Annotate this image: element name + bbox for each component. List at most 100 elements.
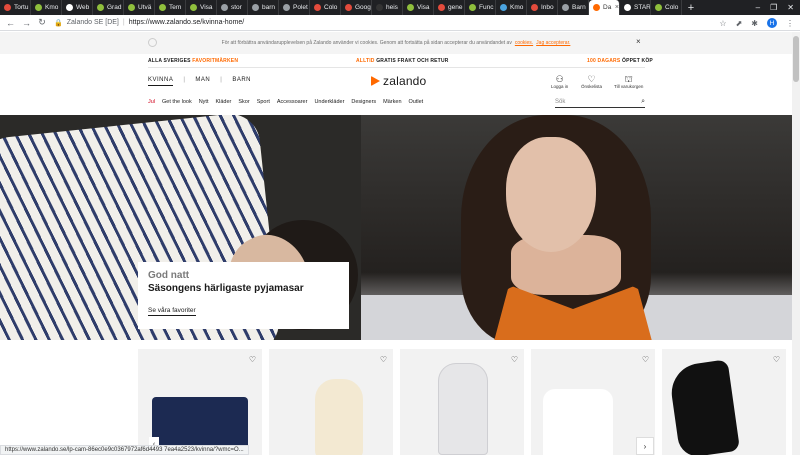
browser-tab[interactable]: STAR <box>620 0 651 15</box>
browser-tab[interactable]: Kmo <box>496 0 527 15</box>
tab-favicon-icon <box>190 4 197 11</box>
browser-tab[interactable]: Goog <box>341 0 372 15</box>
category-link[interactable]: Skor <box>238 99 249 105</box>
tab-favicon-icon <box>500 4 507 11</box>
tab-favicon-icon <box>159 4 166 11</box>
category-link[interactable]: Get the look <box>162 99 192 105</box>
tab-title: heis <box>386 4 398 11</box>
heart-icon[interactable]: ♡ <box>642 355 649 364</box>
category-link[interactable]: Märken <box>383 99 401 105</box>
browser-tab[interactable]: Barn <box>558 0 589 15</box>
tab-title: Kmo <box>510 4 524 11</box>
new-tab-button[interactable]: + <box>682 2 700 14</box>
category-link[interactable]: Nytt <box>199 99 209 105</box>
search-icon[interactable]: ⌕ <box>641 98 645 106</box>
wishlist-label: Önskelista <box>581 84 603 89</box>
carousel-next-button[interactable]: › <box>636 437 654 455</box>
promo-mid[interactable]: ALLTID GRATIS FRAKT OCH RETUR <box>356 58 449 64</box>
browser-tab[interactable]: Func <box>465 0 496 15</box>
cart-label: Till varukorgen <box>614 84 644 89</box>
tab-favicon-icon <box>376 4 383 11</box>
browser-tab[interactable]: barn <box>248 0 279 15</box>
close-icon[interactable]: × <box>636 37 641 46</box>
hero-cta-link[interactable]: Se våra favoriter <box>148 307 196 316</box>
category-link[interactable]: Underkläder <box>314 99 344 105</box>
category-link[interactable]: Accessoarer <box>277 99 308 105</box>
cart-button[interactable]: ⛫ Till varukorgen <box>614 74 643 89</box>
browser-tab[interactable]: gene <box>434 0 465 15</box>
reload-icon[interactable]: ↻ <box>38 17 46 28</box>
address-bar[interactable]: 🔒 Zalando SE [DE] | https://www.zalando.… <box>54 19 244 27</box>
gender-tab-man[interactable]: MAN <box>195 77 210 86</box>
category-link[interactable]: Jul <box>148 99 155 105</box>
browser-menu-icon[interactable]: ⋮ <box>786 19 794 28</box>
browser-tab[interactable]: heis <box>372 0 403 15</box>
category-link[interactable]: Sport <box>257 99 270 105</box>
browser-tab[interactable]: Kmo <box>31 0 62 15</box>
browser-tab[interactable]: stor <box>217 0 248 15</box>
cookie-banner: För att förbättra användarupplevelsen på… <box>0 32 792 54</box>
extensions-puzzle-icon[interactable]: ✱ <box>751 19 758 28</box>
wishlist-button[interactable]: ♡ Önskelista <box>581 74 602 89</box>
zalando-logo[interactable]: zalando <box>371 74 426 88</box>
browser-tab[interactable]: Web <box>62 0 93 15</box>
hero-banner[interactable] <box>0 115 792 340</box>
browser-tab[interactable]: Grad <box>93 0 124 15</box>
tab-favicon-icon <box>97 4 104 11</box>
minimize-button[interactable]: – <box>756 3 760 12</box>
browser-tab[interactable]: Colo <box>651 0 682 15</box>
browser-tab[interactable]: Inbo <box>527 0 558 15</box>
close-window-button[interactable]: ✕ <box>787 3 794 12</box>
browser-tab[interactable]: Utvä <box>124 0 155 15</box>
tab-title: Colo <box>665 4 679 11</box>
profile-avatar[interactable]: H <box>767 18 777 28</box>
product-card[interactable]: ♡ <box>269 349 393 455</box>
browser-tab[interactable]: Tortu <box>0 0 31 15</box>
search-placeholder: Sök <box>555 99 566 105</box>
login-button[interactable]: ⚇ Logga in <box>551 74 568 89</box>
heart-icon[interactable]: ♡ <box>773 355 780 364</box>
browser-tab[interactable]: Polet <box>279 0 310 15</box>
maximize-button[interactable]: ❐ <box>770 3 777 12</box>
scrollbar-thumb[interactable] <box>793 36 799 82</box>
bookmark-star-icon[interactable]: ☆ <box>719 19 726 28</box>
category-link[interactable]: Outlet <box>409 99 424 105</box>
extension-icon[interactable]: ⬈ <box>736 19 743 28</box>
page-scrollbar[interactable] <box>792 32 800 455</box>
heart-icon[interactable]: ♡ <box>380 355 387 364</box>
heart-icon[interactable]: ♡ <box>249 355 256 364</box>
search-input[interactable]: Sök ⌕ <box>555 97 645 108</box>
site-identity: Zalando SE [DE] <box>66 19 119 26</box>
gender-tab-kvinna[interactable]: KVINNA <box>148 77 174 86</box>
accept-cookies-link[interactable]: Jag accepterar. <box>536 40 570 46</box>
product-card[interactable]: ♡ <box>662 349 786 455</box>
tab-favicon-icon <box>128 4 135 11</box>
back-icon[interactable]: ← <box>6 18 15 28</box>
cookies-link[interactable]: cookies. <box>515 40 533 46</box>
gender-tab-barn[interactable]: BARN <box>232 77 251 86</box>
category-link[interactable]: Designers <box>351 99 376 105</box>
browser-tab[interactable]: Colo <box>310 0 341 15</box>
tab-favicon-icon <box>314 4 321 11</box>
promo-left[interactable]: ALLA SVERIGES FAVORITMÄRKEN <box>148 58 238 64</box>
tab-title: STAR <box>634 4 650 11</box>
promo-right-b: ÖPPET KÖP <box>622 58 653 64</box>
tab-favicon-icon <box>345 4 352 11</box>
close-tab-icon[interactable]: × <box>615 4 619 11</box>
browser-tab[interactable]: Visa <box>403 0 434 15</box>
product-card[interactable]: ♡ <box>400 349 524 455</box>
gender-separator: | <box>220 77 223 83</box>
heart-icon[interactable]: ♡ <box>511 355 518 364</box>
tab-favicon-icon <box>252 4 259 11</box>
browser-tab[interactable]: Da × <box>589 0 620 15</box>
forward-icon[interactable]: → <box>22 18 31 28</box>
promo-right[interactable]: 100 DAGARS ÖPPET KÖP <box>587 58 653 64</box>
tab-title: Utvä <box>138 4 152 11</box>
browser-toolbar: ← → ↻ 🔒 Zalando SE [DE] | https://www.za… <box>0 15 800 31</box>
url-text[interactable]: https://www.zalando.se/kvinna-home/ <box>129 19 245 26</box>
user-icon: ⚇ <box>555 74 564 84</box>
browser-tab[interactable]: Visa <box>186 0 217 15</box>
info-icon <box>148 38 157 47</box>
category-link[interactable]: Kläder <box>215 99 231 105</box>
browser-tab[interactable]: Tem <box>155 0 186 15</box>
